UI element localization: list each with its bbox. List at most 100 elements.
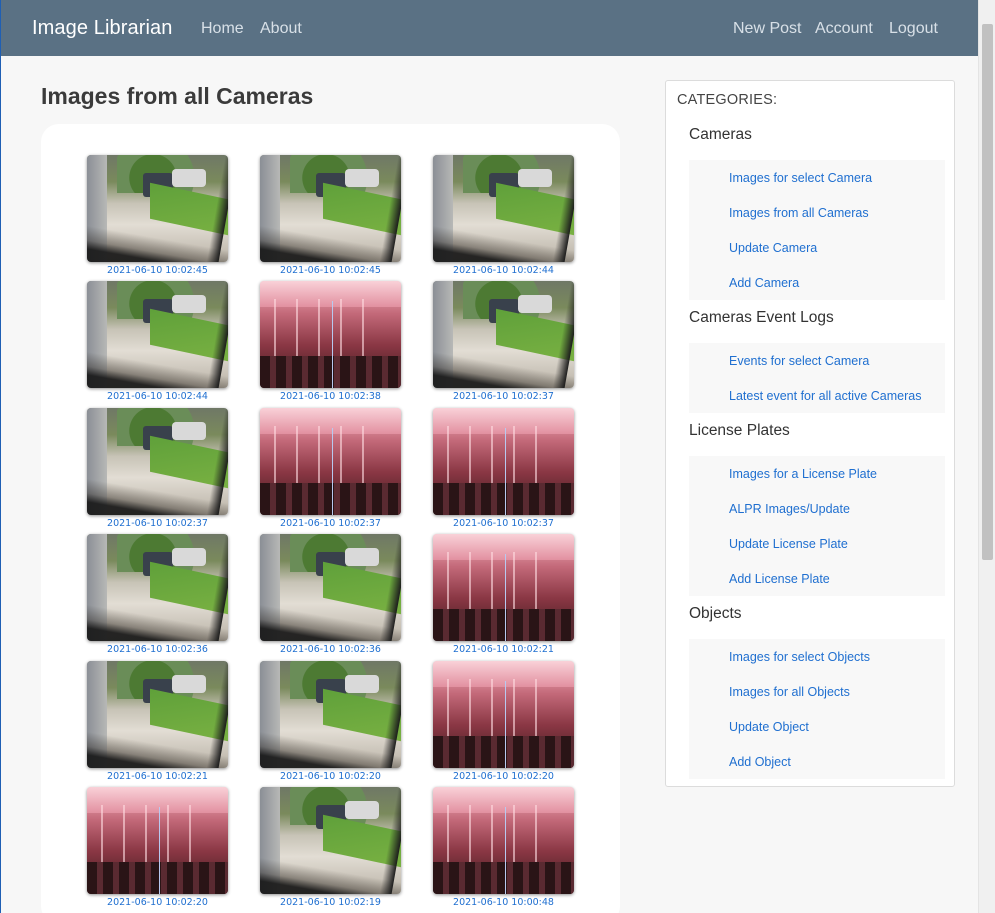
image-timestamp-link[interactable]: 2021-06-10 10:02:37 (87, 518, 228, 529)
nav-new-post-link[interactable]: New Post (733, 20, 801, 38)
section-list-license-plates: Images for a License Plate ALPR Images/U… (689, 456, 945, 596)
image-thumbnail[interactable]: 2021-06-10 10:02:37 (87, 408, 228, 529)
camera-image-yard[interactable] (87, 534, 228, 641)
link-add-license-plate[interactable]: Add License Plate (729, 572, 830, 586)
image-detail (345, 801, 379, 819)
image-detail (433, 609, 574, 641)
image-thumbnail[interactable]: 2021-06-10 10:02:45 (260, 155, 401, 276)
link-images-select-camera[interactable]: Images for select Camera (729, 171, 872, 185)
nav-account-link[interactable]: Account (815, 20, 873, 38)
image-thumbnail[interactable]: 2021-06-10 10:00:48 (433, 787, 574, 908)
image-detail (518, 169, 552, 187)
camera-image-room[interactable] (433, 787, 574, 894)
image-thumbnail[interactable]: 2021-06-10 10:02:36 (260, 534, 401, 655)
camera-image-yard[interactable] (87, 408, 228, 515)
camera-image-room[interactable] (433, 661, 574, 768)
top-navbar: Image Librarian Home About New Post Acco… (1, 0, 978, 56)
camera-image-yard[interactable] (433, 281, 574, 388)
image-thumbnail[interactable]: 2021-06-10 10:02:38 (260, 281, 401, 402)
image-detail (505, 681, 506, 768)
image-thumbnail[interactable]: 2021-06-10 10:02:19 (260, 787, 401, 908)
camera-image-room[interactable] (260, 408, 401, 515)
image-timestamp-link[interactable]: 2021-06-10 10:02:37 (433, 391, 574, 402)
image-timestamp-link[interactable]: 2021-06-10 10:02:44 (433, 265, 574, 276)
image-timestamp-link[interactable]: 2021-06-10 10:02:45 (260, 265, 401, 276)
image-thumbnail[interactable]: 2021-06-10 10:02:44 (433, 155, 574, 276)
image-detail (87, 862, 228, 894)
image-detail (101, 805, 211, 869)
image-thumbnail[interactable]: 2021-06-10 10:02:44 (87, 281, 228, 402)
brand-link[interactable]: Image Librarian (32, 17, 172, 40)
image-timestamp-link[interactable]: 2021-06-10 10:02:20 (260, 771, 401, 782)
link-latest-event-all-cameras[interactable]: Latest event for all active Cameras (729, 389, 921, 403)
image-timestamp-link[interactable]: 2021-06-10 10:02:38 (260, 391, 401, 402)
link-events-select-camera[interactable]: Events for select Camera (729, 354, 869, 368)
section-list-cameras: Images for select Camera Images from all… (689, 160, 945, 300)
image-timestamp-link[interactable]: 2021-06-10 10:02:21 (433, 644, 574, 655)
link-alpr-images-update[interactable]: ALPR Images/Update (729, 502, 850, 516)
image-timestamp-link[interactable]: 2021-06-10 10:02:36 (87, 644, 228, 655)
camera-image-yard[interactable] (260, 534, 401, 641)
image-thumbnail[interactable]: 2021-06-10 10:02:21 (87, 661, 228, 782)
image-timestamp-link[interactable]: 2021-06-10 10:02:37 (260, 518, 401, 529)
image-thumbnail[interactable]: 2021-06-10 10:02:45 (87, 155, 228, 276)
camera-image-room[interactable] (433, 408, 574, 515)
image-thumbnail[interactable]: 2021-06-10 10:02:37 (433, 408, 574, 529)
section-title-camera-event-logs: Cameras Event Logs (689, 309, 834, 326)
link-images-license-plate[interactable]: Images for a License Plate (729, 467, 877, 481)
camera-image-room[interactable] (87, 787, 228, 894)
image-timestamp-link[interactable]: 2021-06-10 10:02:37 (433, 518, 574, 529)
image-timestamp-link[interactable]: 2021-06-10 10:02:45 (87, 265, 228, 276)
section-list-camera-event-logs: Events for select Camera Latest event fo… (689, 343, 945, 413)
nav-logout-link[interactable]: Logout (889, 20, 938, 38)
image-timestamp-link[interactable]: 2021-06-10 10:02:21 (87, 771, 228, 782)
image-detail (518, 295, 552, 313)
image-thumbnail[interactable]: 2021-06-10 10:02:20 (433, 661, 574, 782)
camera-image-yard[interactable] (260, 787, 401, 894)
image-timestamp-link[interactable]: 2021-06-10 10:02:20 (433, 771, 574, 782)
link-images-all-objects[interactable]: Images for all Objects (729, 685, 850, 699)
camera-image-yard[interactable] (87, 155, 228, 262)
image-thumbnail[interactable]: 2021-06-10 10:02:21 (433, 534, 574, 655)
image-detail (345, 548, 379, 566)
camera-image-yard[interactable] (260, 661, 401, 768)
page-scrollbar[interactable] (978, 0, 995, 913)
camera-image-yard[interactable] (87, 281, 228, 388)
link-add-object[interactable]: Add Object (729, 755, 791, 769)
image-detail (433, 483, 574, 515)
link-update-license-plate[interactable]: Update License Plate (729, 537, 848, 551)
image-timestamp-link[interactable]: 2021-06-10 10:02:44 (87, 391, 228, 402)
image-detail (172, 169, 206, 187)
camera-image-yard[interactable] (260, 155, 401, 262)
image-detail (433, 736, 574, 768)
image-timestamp-link[interactable]: 2021-06-10 10:02:20 (87, 897, 228, 908)
image-detail (447, 805, 557, 869)
image-detail (159, 807, 160, 894)
camera-image-room[interactable] (433, 534, 574, 641)
image-thumbnail[interactable]: 2021-06-10 10:02:37 (433, 281, 574, 402)
image-timestamp-link[interactable]: 2021-06-10 10:02:19 (260, 897, 401, 908)
categories-sidebar: CATEGORIES: Cameras Images for select Ca… (665, 80, 955, 787)
image-thumbnail[interactable]: 2021-06-10 10:02:37 (260, 408, 401, 529)
nav-about-link[interactable]: About (260, 20, 302, 38)
scrollbar-thumb[interactable] (982, 24, 993, 560)
image-thumbnail[interactable]: 2021-06-10 10:02:36 (87, 534, 228, 655)
link-add-camera[interactable]: Add Camera (729, 276, 799, 290)
section-title-objects: Objects (689, 605, 742, 622)
image-detail (345, 675, 379, 693)
categories-title: CATEGORIES: (677, 92, 778, 108)
camera-image-yard[interactable] (433, 155, 574, 262)
image-timestamp-link[interactable]: 2021-06-10 10:00:48 (433, 897, 574, 908)
nav-home-link[interactable]: Home (201, 20, 244, 38)
section-title-license-plates: License Plates (689, 422, 790, 439)
link-images-all-cameras[interactable]: Images from all Cameras (729, 206, 869, 220)
image-thumbnail[interactable]: 2021-06-10 10:02:20 (260, 661, 401, 782)
image-timestamp-link[interactable]: 2021-06-10 10:02:36 (260, 644, 401, 655)
image-thumbnail[interactable]: 2021-06-10 10:02:20 (87, 787, 228, 908)
link-images-select-objects[interactable]: Images for select Objects (729, 650, 870, 664)
camera-image-room[interactable] (260, 281, 401, 388)
camera-image-yard[interactable] (87, 661, 228, 768)
link-update-object[interactable]: Update Object (729, 720, 809, 734)
link-update-camera[interactable]: Update Camera (729, 241, 817, 255)
image-detail (332, 428, 333, 515)
